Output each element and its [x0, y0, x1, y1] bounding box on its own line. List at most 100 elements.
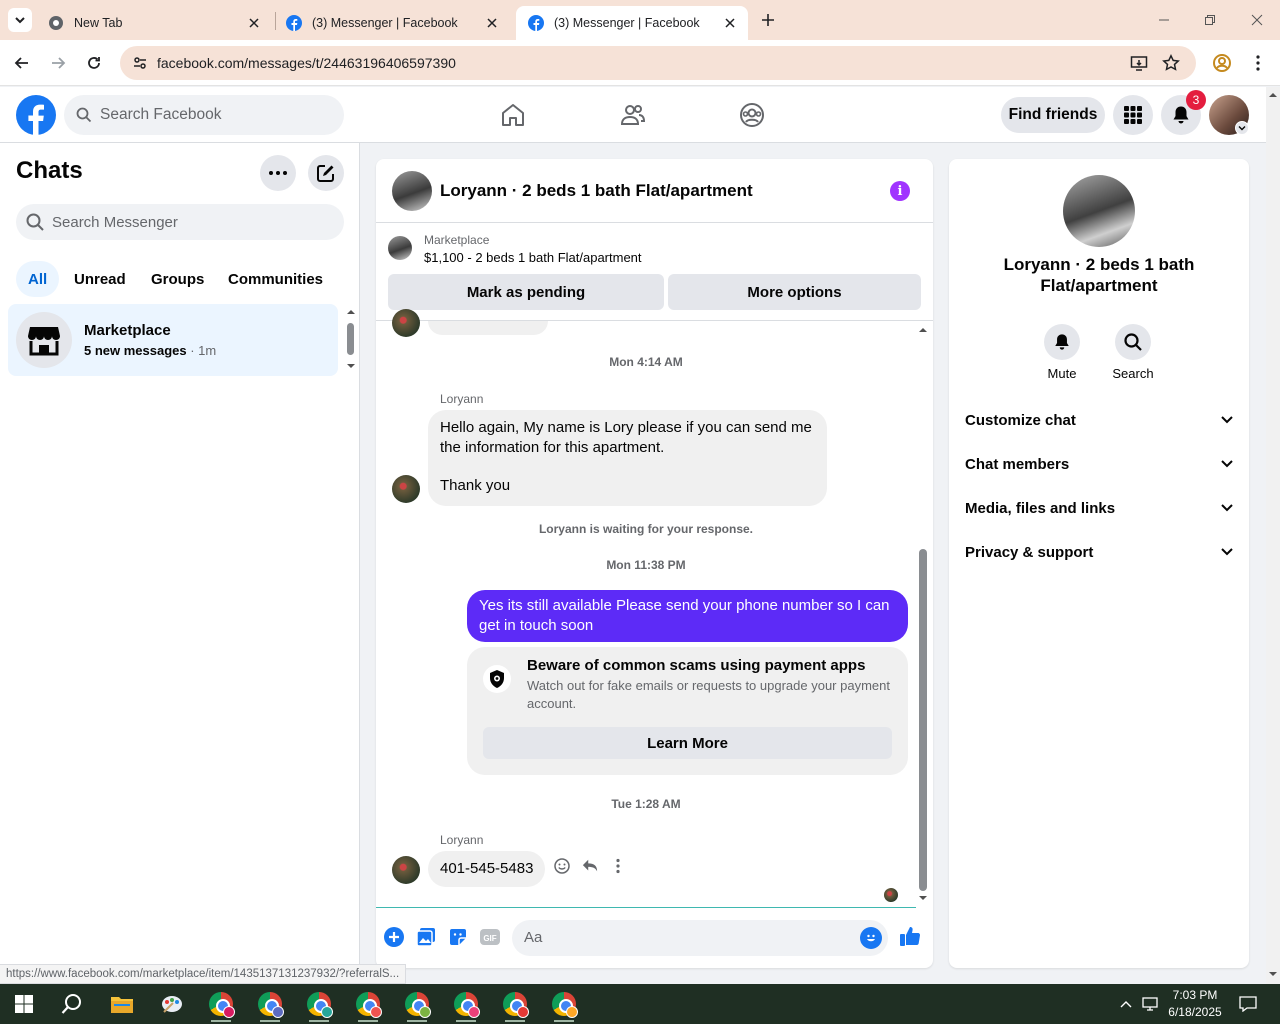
- tab-new-tab[interactable]: New Tab: [36, 6, 272, 40]
- file-explorer-button[interactable]: [106, 988, 138, 1020]
- scroll-down-arrow-icon[interactable]: [1268, 971, 1278, 977]
- new-tab-button[interactable]: [756, 8, 780, 32]
- menu-grid-button[interactable]: [1113, 95, 1153, 135]
- chats-options-button[interactable]: [260, 155, 296, 191]
- windows-start-button[interactable]: [8, 988, 40, 1020]
- mark-as-pending-button[interactable]: Mark as pending: [388, 274, 664, 310]
- media-files-links-section[interactable]: Media, files and links: [965, 486, 1233, 530]
- chrome-taskbar-button[interactable]: [548, 988, 580, 1022]
- customize-chat-section[interactable]: Customize chat: [965, 398, 1233, 442]
- chrome-taskbar-button[interactable]: [254, 988, 286, 1022]
- scrollbar-thumb[interactable]: [347, 323, 354, 355]
- status-bar-url: https://www.facebook.com/marketplace/ite…: [0, 964, 407, 984]
- sender-avatar[interactable]: [392, 309, 420, 337]
- more-vertical-icon[interactable]: [610, 858, 626, 874]
- listing-thumbnail[interactable]: [388, 236, 412, 260]
- learn-more-button[interactable]: Learn More: [483, 727, 892, 759]
- conversation-scrollbar[interactable]: [917, 325, 929, 903]
- forward-button[interactable]: [46, 51, 70, 75]
- thumbs-up-icon[interactable]: [899, 925, 921, 947]
- profile-avatar[interactable]: [1063, 175, 1135, 247]
- incoming-message[interactable]: 401-545-5483: [428, 851, 546, 887]
- new-message-button[interactable]: [308, 155, 344, 191]
- scroll-up-arrow-icon[interactable]: [346, 309, 356, 315]
- outgoing-message[interactable]: Yes its still available Please send your…: [467, 590, 908, 642]
- bookmark-star-icon[interactable]: [1159, 51, 1183, 75]
- scroll-up-arrow-icon[interactable]: [918, 327, 928, 333]
- groups-nav-button[interactable]: [736, 99, 768, 131]
- react-emoji-icon[interactable]: [554, 858, 570, 874]
- chrome-taskbar-button[interactable]: [450, 988, 482, 1022]
- sender-avatar[interactable]: [392, 856, 420, 884]
- chat-members-section[interactable]: Chat members: [965, 442, 1233, 486]
- back-button[interactable]: [10, 51, 34, 75]
- chrome-taskbar-button[interactable]: [499, 988, 531, 1022]
- show-hidden-icons-button[interactable]: [1116, 984, 1136, 1024]
- account-menu-chevron-icon[interactable]: [1235, 121, 1249, 135]
- chrome-taskbar-button[interactable]: [303, 988, 335, 1022]
- sticker-icon[interactable]: [447, 926, 469, 948]
- emoji-icon[interactable]: [860, 927, 882, 949]
- home-nav-button[interactable]: [497, 99, 529, 131]
- page-scrollbar[interactable]: [1266, 87, 1280, 984]
- restore-button[interactable]: [1198, 8, 1222, 32]
- close-window-button[interactable]: [1245, 8, 1269, 32]
- chrome-taskbar-button[interactable]: [352, 988, 384, 1022]
- find-friends-button[interactable]: Find friends: [1001, 97, 1105, 133]
- address-bar[interactable]: facebook.com/messages/t/2446319640659739…: [120, 46, 1196, 80]
- chat-list-scrollbar[interactable]: [344, 306, 356, 372]
- scroll-down-arrow-icon[interactable]: [346, 363, 356, 369]
- more-options-button[interactable]: More options: [668, 274, 921, 310]
- taskbar-clock[interactable]: 7:03 PM 6/18/2025: [1160, 987, 1230, 1021]
- network-button[interactable]: [1140, 984, 1162, 1024]
- close-tab-icon[interactable]: [246, 15, 262, 31]
- scroll-up-arrow-icon[interactable]: [1268, 92, 1278, 98]
- facebook-logo-icon[interactable]: [16, 95, 56, 135]
- listing-title[interactable]: $1,100 - 2 beds 1 bath Flat/apartment: [424, 250, 642, 265]
- conversation-title[interactable]: Loryann · 2 beds 1 bath Flat/apartment: [440, 181, 753, 201]
- taskbar-search-button[interactable]: [56, 988, 88, 1020]
- browser-menu-button[interactable]: [1246, 51, 1270, 75]
- facebook-search-input[interactable]: Search Facebook: [64, 95, 344, 135]
- paint-app-button[interactable]: [156, 988, 188, 1020]
- privacy-support-section[interactable]: Privacy & support: [965, 530, 1233, 574]
- chevron-down-icon: [1221, 416, 1233, 424]
- timestamp: Mon 4:14 AM: [609, 355, 683, 369]
- conversation-avatar[interactable]: [392, 171, 432, 211]
- chrome-taskbar-button[interactable]: [401, 988, 433, 1022]
- filter-unread[interactable]: Unread: [62, 261, 138, 297]
- search-in-conversation-button[interactable]: Search: [1103, 324, 1163, 381]
- messenger-search-input[interactable]: Search Messenger: [16, 204, 344, 240]
- chat-list-item-marketplace[interactable]: Marketplace 5 new messages · 1m: [8, 304, 338, 376]
- tab-messenger-1[interactable]: (3) Messenger | Facebook: [274, 6, 510, 40]
- tab-messenger-active[interactable]: (3) Messenger | Facebook: [516, 6, 748, 40]
- arrow-right-icon: [52, 57, 66, 69]
- sender-avatar[interactable]: [392, 475, 420, 503]
- site-info-icon[interactable]: [128, 51, 152, 75]
- message-input[interactable]: Aa: [512, 920, 888, 956]
- close-tab-icon[interactable]: [722, 15, 738, 31]
- conversation-info-icon[interactable]: i: [890, 181, 910, 201]
- attach-photo-icon[interactable]: [415, 926, 437, 948]
- incoming-message[interactable]: Hello again, My name is Lory please if y…: [428, 410, 827, 506]
- reload-button[interactable]: [82, 51, 106, 75]
- scroll-down-arrow-icon[interactable]: [918, 895, 928, 901]
- install-app-icon[interactable]: [1127, 51, 1151, 75]
- profile-button[interactable]: [1210, 51, 1234, 75]
- scrollbar-thumb[interactable]: [919, 549, 927, 891]
- filter-all[interactable]: All: [16, 261, 60, 297]
- chrome-taskbar-button[interactable]: [205, 988, 237, 1022]
- mute-button[interactable]: Mute: [1032, 324, 1092, 381]
- gif-icon[interactable]: GIF: [479, 926, 501, 948]
- minimize-button[interactable]: [1152, 8, 1176, 32]
- windows-taskbar: 7:03 PM 6/18/2025: [0, 984, 1280, 1024]
- profile-icon: [1213, 54, 1231, 72]
- action-center-button[interactable]: [1236, 984, 1260, 1024]
- filter-communities[interactable]: Communities: [216, 261, 335, 297]
- close-tab-icon[interactable]: [484, 15, 500, 31]
- reply-icon[interactable]: [582, 858, 598, 874]
- tab-search-button[interactable]: [8, 8, 32, 32]
- friends-nav-button[interactable]: [617, 99, 649, 131]
- filter-groups[interactable]: Groups: [139, 261, 216, 297]
- plus-circle-icon[interactable]: [383, 926, 405, 948]
